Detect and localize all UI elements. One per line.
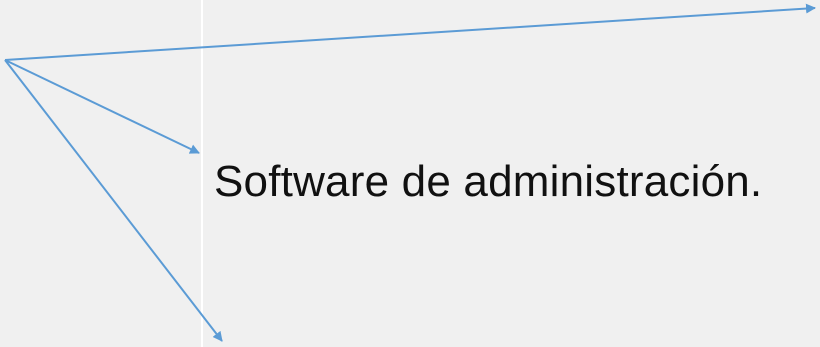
arrow-middle <box>4 59 200 154</box>
software-label: Software de administración. <box>214 157 763 206</box>
arrow-bottom <box>4 59 223 342</box>
arrow-top <box>4 3 816 61</box>
diagram-canvas: Software de administración. <box>0 0 820 347</box>
